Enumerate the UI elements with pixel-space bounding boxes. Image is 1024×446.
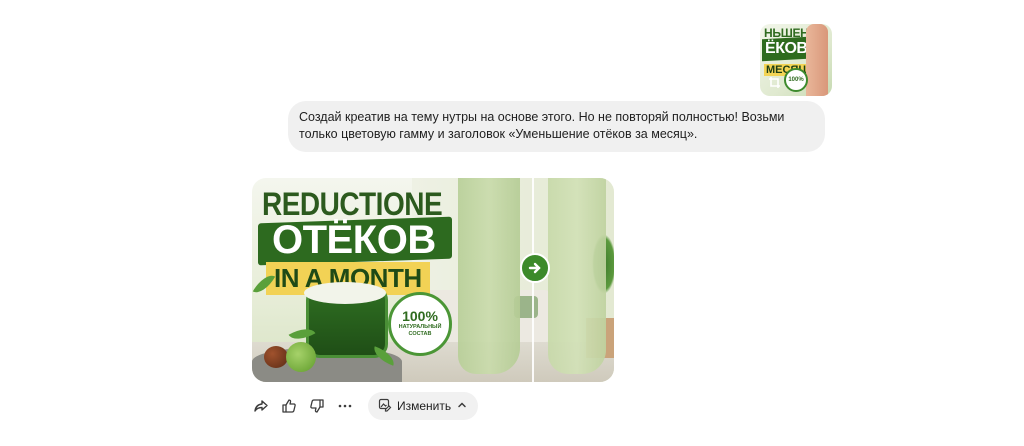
- chevron-up-icon: [456, 399, 468, 414]
- user-message-bubble: Создай креатив на тему нутры на основе э…: [288, 101, 825, 152]
- thumbs-down-icon[interactable]: [304, 393, 330, 419]
- natural-badge: 100% НАТУРАЛЬНЫЙ СОСТАВ: [388, 292, 452, 356]
- edit-button[interactable]: Изменить: [368, 392, 479, 420]
- edit-button-label: Изменить: [397, 399, 452, 413]
- badge-line1: НАТУРАЛЬНЫЙ: [398, 324, 442, 330]
- arrow-right-icon: [520, 253, 550, 283]
- headline-line2: ОТЁКОВ: [272, 218, 436, 262]
- badge-line2: СОСТАВ: [408, 331, 432, 337]
- attachment-text-line2: ЁКОВ: [765, 40, 808, 57]
- attachment-badge: 100%: [784, 68, 808, 92]
- leg-after-image: [548, 178, 606, 374]
- edit-image-icon: [378, 398, 392, 415]
- generated-image[interactable]: REDUCTIONE ОТЁКОВ IN A MONTH 100% НАТУРА…: [252, 178, 614, 382]
- chestnut-husk-image: [286, 342, 316, 372]
- cream-image: [304, 282, 386, 304]
- user-message-text: Создай креатив на тему нутры на основе э…: [299, 110, 785, 141]
- response-actions-toolbar: Изменить: [248, 392, 479, 420]
- more-icon[interactable]: [332, 393, 358, 419]
- leg-before-image: [458, 178, 520, 374]
- thumbs-up-icon[interactable]: [276, 393, 302, 419]
- badge-percent: 100%: [402, 308, 438, 324]
- share-icon[interactable]: [248, 393, 274, 419]
- attachment-leg-image: [806, 24, 828, 96]
- chestnut-image: [264, 346, 288, 368]
- crop-icon[interactable]: [768, 76, 784, 92]
- attachment-thumbnail[interactable]: НЬШЕНИЕ ЁКОВ МЕСЯЦ 100%: [760, 24, 832, 96]
